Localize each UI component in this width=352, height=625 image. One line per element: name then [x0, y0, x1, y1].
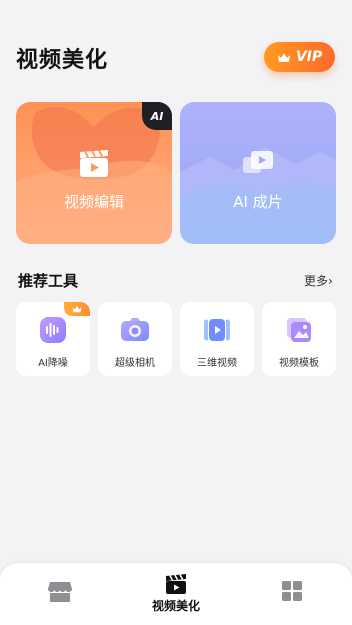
tool-label: 超级相机: [115, 358, 155, 369]
vip-button[interactable]: VIP: [264, 42, 335, 72]
ai-corner-badge: AI: [142, 102, 172, 130]
crown-icon: [72, 305, 82, 313]
tab-grid[interactable]: [262, 563, 322, 625]
vip-label: VIP: [295, 49, 323, 65]
video-stack-icon: [243, 151, 273, 173]
3d-video-icon: [204, 319, 230, 341]
tool-3d-video[interactable]: 三维视频: [180, 302, 254, 376]
camera-icon: [121, 318, 149, 341]
ai-clip-label: AI 成片: [233, 193, 283, 211]
clapper-icon: [80, 150, 108, 177]
grid-icon: [282, 581, 302, 601]
tool-label: 视频模板: [279, 358, 319, 369]
clapper-icon: [166, 574, 186, 594]
ai-denoise-icon: [40, 317, 66, 343]
tool-ai-denoise[interactable]: AI降噪: [16, 302, 90, 376]
store-icon: [48, 582, 72, 602]
template-icon: [287, 318, 311, 342]
tool-super-camera[interactable]: 超级相机: [98, 302, 172, 376]
bottom-tab-bar: 视频美化: [0, 563, 352, 625]
chevron-right-icon: ›: [328, 274, 333, 288]
video-edit-card[interactable]: AI 视频编辑: [16, 102, 172, 244]
tool-label: AI降噪: [38, 358, 68, 369]
page-title: 视频美化: [16, 48, 109, 73]
tool-label: 三维视频: [197, 358, 237, 369]
more-label: 更多: [304, 274, 329, 288]
vip-crown-badge: [64, 302, 90, 316]
tab-label: 视频美化: [151, 599, 200, 613]
ai-clip-card[interactable]: AI 成片: [180, 102, 336, 244]
section-title: 推荐工具: [18, 272, 79, 290]
tool-video-template[interactable]: 视频模板: [262, 302, 336, 376]
tab-store[interactable]: [30, 563, 90, 625]
more-link[interactable]: 更多›: [304, 272, 333, 289]
crown-icon: [277, 52, 290, 62]
header: 视频美化 VIP: [0, 0, 352, 90]
tab-video-beautify[interactable]: 视频美化: [136, 563, 216, 625]
video-edit-label: 视频编辑: [63, 193, 124, 211]
